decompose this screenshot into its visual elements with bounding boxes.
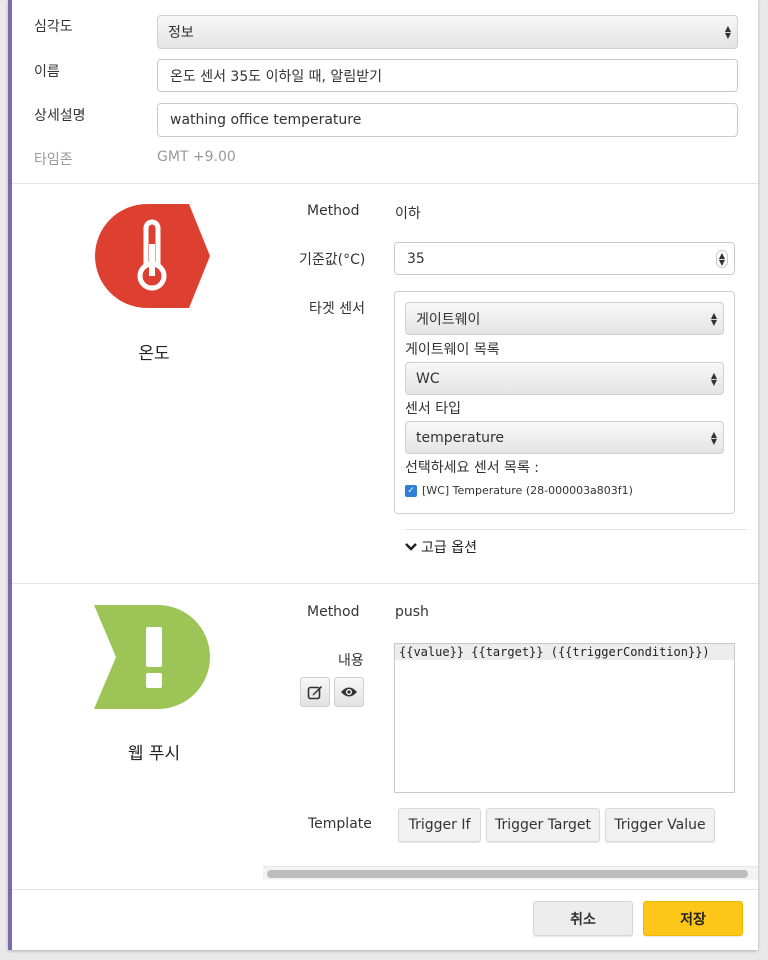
description-value: wathing office temperature: [170, 112, 362, 128]
updown-arrows-icon: ▲ ▼: [710, 429, 717, 446]
severity-label: 심각도: [34, 19, 73, 35]
threshold-input[interactable]: 35 ▲ ▼: [394, 242, 735, 275]
gateway-select-value: 게이트웨이: [416, 311, 481, 328]
severity-value: 정보: [168, 25, 194, 41]
target-sensor-box: 게이트웨이 ▲ ▼ 게이트웨이 목록 WC ▲ ▼ 센서 타입 temperatur…: [394, 291, 735, 514]
timezone-value: GMT +9.00: [157, 149, 236, 165]
threshold-label: 기준값(°C): [299, 252, 366, 268]
name-value: 온도 센서 35도 이하일 때, 알림받기: [170, 68, 382, 85]
trigger-caption: 온도: [138, 344, 170, 364]
description-input[interactable]: wathing office temperature: [157, 103, 738, 137]
threshold-value: 35: [407, 250, 425, 267]
template-trigger-if-button[interactable]: Trigger If: [398, 808, 481, 842]
trigger-method-label: Method: [307, 203, 360, 219]
sensor-list-label: 선택하세요 센서 목록 :: [405, 460, 539, 476]
stepper-icon[interactable]: ▲ ▼: [715, 249, 728, 268]
eye-icon: [341, 687, 357, 697]
sensor-type-label: 센서 타입: [405, 401, 461, 417]
gateway-list-value: WC: [416, 370, 440, 387]
template-trigger-value-button[interactable]: Trigger Value: [605, 808, 715, 842]
action-method-value: push: [395, 604, 429, 620]
updown-arrows-icon: ▲ ▼: [724, 24, 731, 40]
rule-editor-panel: 심각도 정보 ▲ ▼ 이름 온도 센서 35도 이하일 때, 알림받기 상세설명 …: [8, 0, 758, 950]
timezone-label: 타임존: [34, 152, 73, 168]
sensor-item-label: [WC] Temperature (28-000003a803f1): [422, 484, 633, 497]
divider: [12, 183, 758, 184]
gateway-list-select[interactable]: WC ▲ ▼: [405, 362, 724, 395]
divider: [12, 583, 758, 584]
name-input[interactable]: 온도 센서 35도 이하일 때, 알림받기: [157, 59, 738, 92]
cancel-button[interactable]: 취소: [533, 901, 633, 936]
name-label: 이름: [34, 64, 60, 80]
updown-arrows-icon: ▲ ▼: [710, 370, 717, 387]
thermometer-badge: [94, 204, 212, 314]
description-label: 상세설명: [34, 108, 86, 124]
advanced-divider: [405, 529, 747, 530]
gateway-list-label: 게이트웨이 목록: [405, 342, 500, 358]
action-caption: 웹 푸시: [127, 744, 181, 764]
edit-button[interactable]: [300, 677, 330, 707]
chevron-down-icon: [405, 543, 417, 551]
horizontal-scrollbar-thumb[interactable]: [267, 870, 748, 878]
template-label: Template: [308, 816, 372, 832]
save-button[interactable]: 저장: [643, 901, 743, 936]
target-sensor-label: 타겟 센서: [309, 301, 365, 317]
exclamation-badge: [94, 605, 212, 715]
sensor-type-value: temperature: [416, 429, 504, 446]
trigger-method-value: 이하: [395, 206, 421, 222]
thermometer-icon: [95, 204, 210, 308]
content-label: 내용: [338, 653, 364, 669]
checkbox-checked-icon[interactable]: ✓: [405, 484, 417, 497]
exclamation-icon: [94, 605, 210, 709]
action-method-label: Method: [307, 604, 360, 620]
updown-arrows-icon: ▲ ▼: [710, 310, 717, 327]
preview-button[interactable]: [334, 677, 364, 707]
edit-icon: [307, 686, 322, 700]
advanced-options-toggle[interactable]: 고급 옵션: [405, 537, 477, 557]
content-text: {{value}} {{target}} ({{triggerCondition…: [395, 644, 734, 660]
content-textarea[interactable]: {{value}} {{target}} ({{triggerCondition…: [394, 643, 735, 793]
footer-divider: [12, 889, 758, 890]
severity-select[interactable]: 정보 ▲ ▼: [157, 15, 738, 49]
horizontal-scrollbar-track[interactable]: [263, 866, 758, 880]
advanced-options-label: 고급 옵션: [421, 540, 477, 556]
sensor-type-select[interactable]: temperature ▲ ▼: [405, 421, 724, 454]
sensor-list-item[interactable]: ✓ [WC] Temperature (28-000003a803f1): [405, 484, 633, 497]
template-trigger-target-button[interactable]: Trigger Target: [486, 808, 600, 842]
gateway-select[interactable]: 게이트웨이 ▲ ▼: [405, 302, 724, 335]
